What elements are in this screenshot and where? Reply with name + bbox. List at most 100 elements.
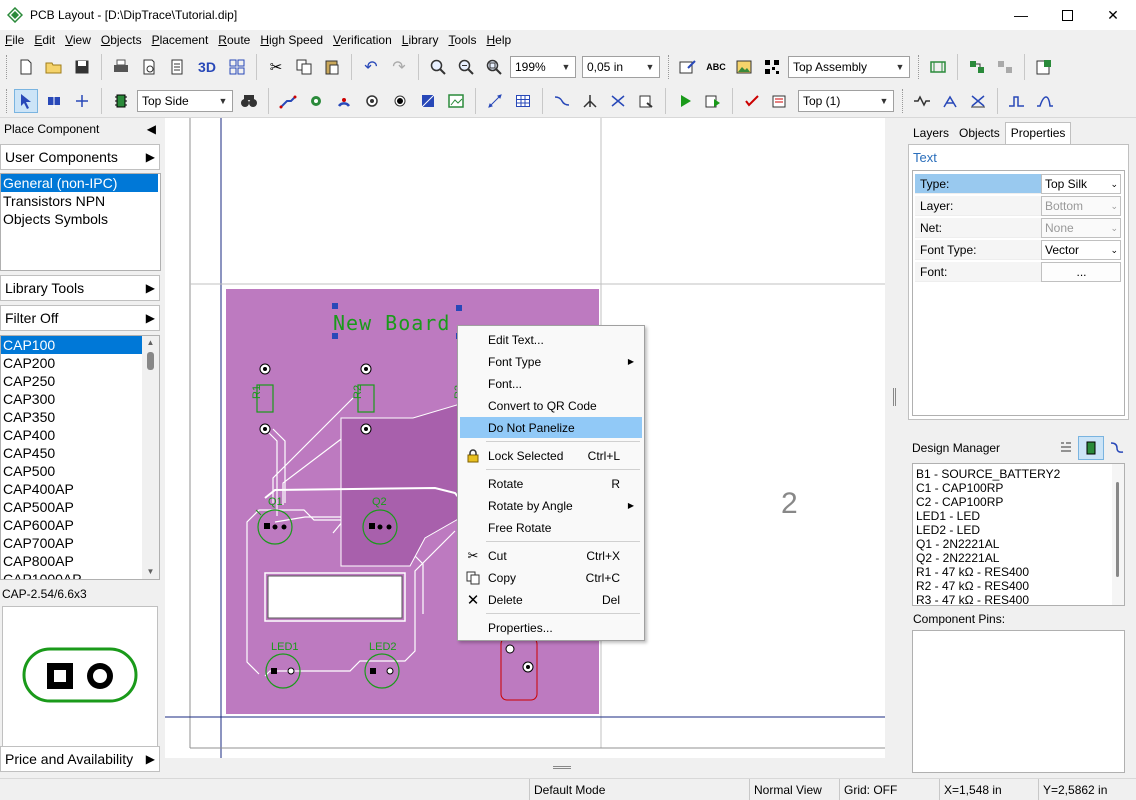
- list-item[interactable]: C1 - CAP100RP: [913, 481, 1124, 495]
- menu-item-lock-selected[interactable]: Lock Selected Ctrl+L: [460, 445, 642, 466]
- list-item[interactable]: R3 - 47 kΩ - RES400: [913, 593, 1124, 605]
- paste-icon[interactable]: [320, 55, 344, 79]
- menu-high-speed[interactable]: High Speed: [255, 33, 328, 47]
- tab-properties[interactable]: Properties: [1004, 122, 1072, 144]
- list-item[interactable]: LED2 - LED: [913, 523, 1124, 537]
- copper-pour-icon[interactable]: [416, 89, 440, 113]
- component-item[interactable]: CAP500AP: [1, 498, 159, 516]
- menu-objects[interactable]: Objects: [96, 33, 147, 47]
- signal-integrity-icon[interactable]: [1033, 89, 1057, 113]
- library-item[interactable]: General (non-IPC): [1, 174, 158, 192]
- design-rules-icon[interactable]: [676, 55, 700, 79]
- component-item[interactable]: CAP800AP: [1, 552, 159, 570]
- table-icon[interactable]: [511, 89, 535, 113]
- component-item[interactable]: CAP1000AP: [1, 570, 159, 579]
- zoom-in-icon[interactable]: [426, 55, 450, 79]
- net-class-icon[interactable]: [966, 89, 990, 113]
- library-item[interactable]: Transistors NPN: [1, 192, 160, 210]
- list-item[interactable]: R2 - 47 kΩ - RES400: [913, 579, 1124, 593]
- splitter-grip-icon[interactable]: [893, 388, 896, 406]
- user-components-button[interactable]: User Components ▶: [0, 144, 160, 170]
- filter-button[interactable]: Filter Off ▶: [0, 305, 160, 331]
- 3d-view-button[interactable]: 3D: [193, 55, 221, 79]
- diff-pair-icon[interactable]: [938, 89, 962, 113]
- menu-item-properties[interactable]: Properties...: [460, 617, 642, 638]
- component-list[interactable]: CAP100 CAP200 CAP250 CAP300 CAP350 CAP40…: [0, 335, 160, 580]
- menu-verification[interactable]: Verification: [328, 33, 397, 47]
- crosshair-icon[interactable]: [70, 89, 94, 113]
- menu-item-convert-qr[interactable]: Convert to QR Code: [460, 395, 642, 416]
- menu-item-font[interactable]: Font...: [460, 373, 642, 394]
- run-autoroute-icon[interactable]: [673, 89, 697, 113]
- component-item[interactable]: CAP300: [1, 390, 159, 408]
- menu-file[interactable]: File: [0, 33, 29, 47]
- maximize-button[interactable]: [1044, 0, 1090, 30]
- ratline-icon[interactable]: [606, 89, 630, 113]
- qr-code-icon[interactable]: [760, 55, 784, 79]
- menu-edit[interactable]: Edit: [29, 33, 60, 47]
- tab-layers[interactable]: Layers: [908, 122, 954, 144]
- panelize-icon[interactable]: [225, 55, 249, 79]
- menu-help[interactable]: Help: [481, 33, 516, 47]
- pad-icon[interactable]: [360, 89, 384, 113]
- toolbar-grip[interactable]: [6, 55, 9, 79]
- run-current-icon[interactable]: [701, 89, 725, 113]
- close-button[interactable]: ✕: [1090, 0, 1136, 30]
- menu-item-rotate-by-angle[interactable]: Rotate by Angle ▶: [460, 495, 642, 516]
- tab-objects[interactable]: Objects: [954, 122, 1005, 144]
- drc-icon[interactable]: [740, 89, 764, 113]
- component-item[interactable]: CAP350: [1, 408, 159, 426]
- route-trace-icon[interactable]: [276, 89, 300, 113]
- menu-tools[interactable]: Tools: [443, 33, 481, 47]
- menu-item-free-rotate[interactable]: Free Rotate: [460, 517, 642, 538]
- component-item[interactable]: CAP400AP: [1, 480, 159, 498]
- components-view-icon[interactable]: [1078, 436, 1104, 460]
- print-icon[interactable]: [109, 55, 133, 79]
- scroll-icon[interactable]: [42, 89, 66, 113]
- unroute-icon[interactable]: [550, 89, 574, 113]
- grid-size-select[interactable]: 0,05 in ▼: [582, 56, 660, 78]
- menu-item-delete[interactable]: ✕ Delete Del: [460, 589, 642, 610]
- scrollbar-thumb[interactable]: [147, 352, 154, 370]
- component-item[interactable]: CAP250: [1, 372, 159, 390]
- place-component-header[interactable]: Place Component ◀: [0, 118, 160, 140]
- side-select[interactable]: Top Side ▼: [137, 89, 233, 112]
- list-item[interactable]: R1 - 47 kΩ - RES400: [913, 565, 1124, 579]
- net-connectivity-icon[interactable]: [768, 89, 792, 113]
- zoom-fit-icon[interactable]: [482, 55, 506, 79]
- view-mode-select[interactable]: Top Assembly ▼: [788, 56, 910, 78]
- library-tools-button[interactable]: Library Tools ▶: [0, 275, 160, 301]
- arc-route-icon[interactable]: [332, 89, 356, 113]
- list-item[interactable]: B1 - SOURCE_BATTERY2: [913, 467, 1124, 481]
- nets-view-icon[interactable]: [1104, 440, 1130, 457]
- image-icon[interactable]: [732, 55, 756, 79]
- list-item[interactable]: LED1 - LED: [913, 509, 1124, 523]
- signal-icon[interactable]: [1005, 89, 1029, 113]
- horizontal-scroll-area[interactable]: [165, 758, 900, 778]
- toolbar-grip[interactable]: [6, 88, 9, 113]
- zoom-select[interactable]: 199% ▼: [510, 56, 576, 78]
- font-type-select[interactable]: Vector ⌄: [1041, 240, 1121, 260]
- report-icon[interactable]: [165, 55, 189, 79]
- list-item[interactable]: Q1 - 2N2221AL: [913, 537, 1124, 551]
- export-netlist-icon[interactable]: [993, 55, 1017, 79]
- menu-item-font-type[interactable]: Font Type ▶: [460, 351, 642, 372]
- component-item[interactable]: CAP450: [1, 444, 159, 462]
- route-setup-icon[interactable]: [634, 89, 658, 113]
- component-list-scrollbar[interactable]: ▲ ▼: [142, 336, 159, 579]
- menu-route[interactable]: Route: [213, 33, 255, 47]
- via-icon[interactable]: [304, 89, 328, 113]
- scrollbar-thumb[interactable]: [1116, 482, 1119, 577]
- design-manager-list[interactable]: B1 - SOURCE_BATTERY2 C1 - CAP100RP C2 - …: [912, 463, 1125, 606]
- component-icon[interactable]: [109, 89, 133, 113]
- library-list[interactable]: General (non-IPC) Transistors NPN Object…: [0, 173, 161, 271]
- layer-select[interactable]: Top (1) ▼: [798, 89, 894, 112]
- spell-check-icon[interactable]: ABC: [704, 55, 728, 79]
- component-item[interactable]: CAP400: [1, 426, 159, 444]
- type-select[interactable]: Top Silk ⌄: [1041, 174, 1121, 194]
- component-item[interactable]: CAP200: [1, 354, 159, 372]
- dimension-icon[interactable]: [483, 89, 507, 113]
- import-netlist-icon[interactable]: [965, 55, 989, 79]
- zoom-out-icon[interactable]: [454, 55, 478, 79]
- menu-placement[interactable]: Placement: [147, 33, 214, 47]
